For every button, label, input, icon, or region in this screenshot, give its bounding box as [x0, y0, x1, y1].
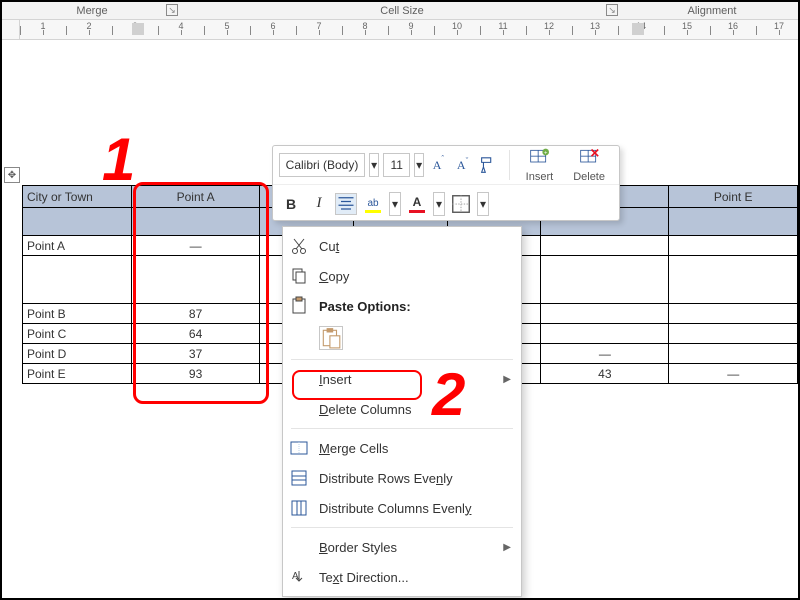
ctx-insert[interactable]: Insert ▶	[283, 364, 521, 394]
borders-icon	[450, 193, 472, 215]
bold-button[interactable]: B	[279, 192, 303, 216]
ribbon-group-merge: Merge ↘	[2, 2, 182, 19]
row-label[interactable]: Point B	[23, 304, 132, 324]
cell[interactable]	[541, 236, 669, 256]
ctx-distribute-cols[interactable]: Distribute Columns Evenly	[283, 493, 521, 523]
cell[interactable]: —	[131, 236, 260, 256]
text-direction-icon: A	[289, 567, 309, 587]
row-label[interactable]: Point C	[23, 324, 132, 344]
submenu-arrow-icon: ▶	[503, 542, 511, 553]
header-point-a[interactable]: Point A	[131, 186, 260, 208]
ribbon-group-alignment-label: Alignment	[688, 5, 737, 17]
context-menu: Cut Copy Paste Options:	[282, 226, 522, 597]
font-size-dropdown-icon[interactable]: ▾	[414, 153, 424, 177]
fontcolor-dropdown-icon[interactable]: ▾	[433, 192, 445, 216]
distribute-rows-icon	[289, 468, 309, 488]
row-label[interactable]: Point A	[23, 236, 132, 256]
paste-options-label: Paste Options:	[319, 299, 511, 314]
copy-icon	[289, 266, 309, 286]
insert-split-button[interactable]: + Insert	[518, 147, 562, 183]
ctx-separator	[291, 359, 513, 360]
blank-icon	[289, 369, 309, 389]
document-area[interactable]: ✥ City or Town Point A Point E	[2, 40, 798, 600]
cell[interactable]	[669, 256, 798, 304]
row-label[interactable]: Point E	[23, 364, 132, 384]
table-move-handle-icon[interactable]: ✥	[4, 167, 20, 183]
cell[interactable]: 93	[131, 364, 260, 384]
ribbon-group-cellsize-label: Cell Size	[380, 5, 423, 17]
ctx-cut[interactable]: Cut	[283, 231, 521, 261]
ctx-separator	[291, 527, 513, 528]
format-painter-icon	[478, 156, 496, 174]
paste-keep-icon	[319, 326, 343, 350]
cell[interactable]	[541, 256, 669, 304]
ctx-border-styles[interactable]: Border Styles ▶	[283, 532, 521, 562]
submenu-arrow-icon: ▶	[503, 374, 511, 385]
merge-launcher-icon[interactable]: ↘	[166, 4, 178, 16]
align-center-icon	[336, 194, 356, 214]
paste-icon	[289, 296, 309, 316]
cell[interactable]: 43	[541, 364, 669, 384]
ctx-copy[interactable]: Copy	[283, 261, 521, 291]
insert-table-icon: +	[529, 147, 549, 167]
ribbon-group-merge-label: Merge	[76, 5, 107, 17]
subheader-0[interactable]	[23, 208, 132, 236]
annotation-number-1: 1	[102, 130, 135, 190]
annotation-number-2: 2	[432, 365, 465, 425]
svg-text:+: +	[544, 151, 548, 157]
blank-icon	[289, 537, 309, 557]
ruler-corner	[2, 20, 20, 39]
merge-cells-icon	[289, 438, 309, 458]
horizontal-ruler[interactable]: 1234567891011121314151617	[20, 20, 798, 39]
font-name-combo[interactable]: Calibri (Body)	[279, 153, 365, 177]
ctx-delete-columns[interactable]: Delete Columns	[283, 394, 521, 424]
cell[interactable]	[669, 324, 798, 344]
ribbon-group-alignment: Alignment	[622, 2, 800, 19]
ctx-paste-options-label: Paste Options:	[283, 291, 521, 321]
cell[interactable]	[23, 256, 132, 304]
cell[interactable]: —	[669, 364, 798, 384]
cell[interactable]	[669, 236, 798, 256]
shrink-font-button[interactable]: Aˇ	[453, 153, 473, 177]
cellsize-launcher-icon[interactable]: ↘	[606, 4, 618, 16]
ctx-separator	[291, 428, 513, 429]
border-dropdown-icon[interactable]: ▾	[477, 192, 489, 216]
row-label[interactable]: Point D	[23, 344, 132, 364]
cell[interactable]	[669, 344, 798, 364]
italic-button[interactable]: I	[307, 192, 331, 216]
highlight-split-button[interactable]: ab	[361, 192, 385, 216]
font-color-split-button[interactable]: A	[405, 192, 429, 216]
format-painter-button[interactable]	[477, 153, 497, 177]
cut-icon	[289, 236, 309, 256]
grow-font-button[interactable]: Aˆ	[428, 153, 448, 177]
ctx-merge-cells[interactable]: Merge Cells	[283, 433, 521, 463]
border-split-button[interactable]	[449, 192, 473, 216]
subheader-6[interactable]	[669, 208, 798, 236]
cell[interactable]: 37	[131, 344, 260, 364]
cell[interactable]	[541, 304, 669, 324]
delete-table-icon	[579, 147, 599, 167]
ctx-distribute-rows[interactable]: Distribute Rows Evenly	[283, 463, 521, 493]
cell[interactable]	[669, 304, 798, 324]
delete-split-button[interactable]: Delete	[565, 147, 613, 183]
font-name-dropdown-icon[interactable]: ▾	[369, 153, 379, 177]
align-center-button[interactable]	[335, 193, 357, 215]
font-size-combo[interactable]: 11	[383, 153, 410, 177]
cell[interactable]: 64	[131, 324, 260, 344]
blank-icon	[289, 399, 309, 419]
highlight-dropdown-icon[interactable]: ▾	[389, 192, 401, 216]
cell[interactable]: 87	[131, 304, 260, 324]
cell[interactable]	[541, 324, 669, 344]
subheader-1[interactable]	[131, 208, 260, 236]
mini-toolbar: Calibri (Body) ▾ 11 ▾ Aˆ Aˇ + Insert Del…	[272, 145, 620, 221]
distribute-cols-icon	[289, 498, 309, 518]
cell[interactable]: —	[541, 344, 669, 364]
cell[interactable]	[131, 256, 260, 304]
header-point-e[interactable]: Point E	[669, 186, 798, 208]
ctx-text-direction[interactable]: A Text Direction...	[283, 562, 521, 592]
ctx-paste-option-keep[interactable]	[283, 321, 521, 355]
ribbon-group-labels: Merge ↘ Cell Size ↘ Alignment	[2, 2, 798, 20]
ribbon-group-cellsize: Cell Size ↘	[182, 2, 622, 19]
